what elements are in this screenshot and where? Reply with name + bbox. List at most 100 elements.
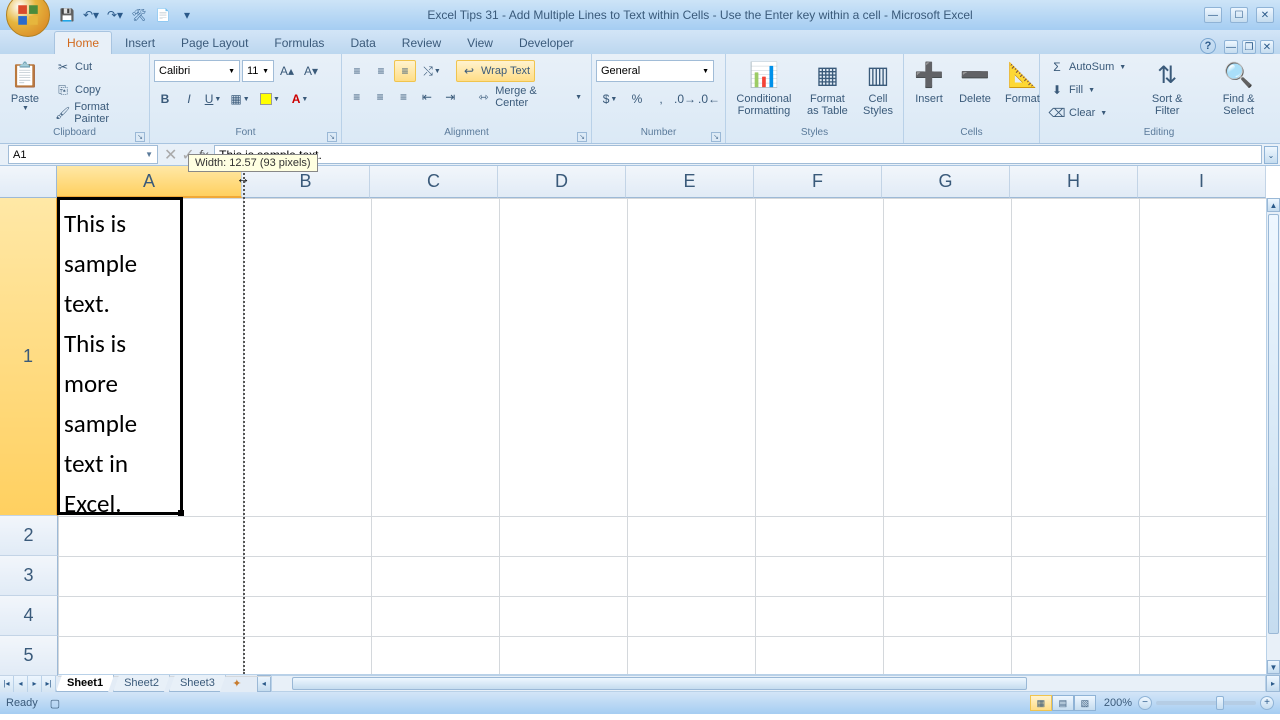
shrink-font-button[interactable]: A▾ bbox=[300, 60, 322, 82]
column-header-d[interactable]: D bbox=[498, 166, 626, 198]
format-painter-button[interactable]: 🖌Format Painter bbox=[50, 102, 145, 124]
sheet-tab-sheet1[interactable]: Sheet1 bbox=[56, 675, 114, 692]
qat-tool-icon[interactable]: 🛠 bbox=[130, 6, 148, 24]
scroll-right-button[interactable]: ▸ bbox=[1266, 675, 1280, 692]
sheet-tab-sheet3[interactable]: Sheet3 bbox=[169, 675, 226, 692]
clear-button[interactable]: ⌫Clear▼ bbox=[1044, 102, 1131, 124]
column-header-f[interactable]: F bbox=[754, 166, 882, 198]
alignment-dialog-launcher[interactable]: ↘ bbox=[577, 132, 587, 142]
row-header-4[interactable]: 4 bbox=[0, 596, 58, 636]
macro-record-icon[interactable]: ▢ bbox=[50, 697, 60, 710]
redo-icon[interactable]: ↷▾ bbox=[106, 6, 124, 24]
fill-button[interactable]: ⬇Fill▼ bbox=[1044, 79, 1131, 101]
name-box[interactable]: A1▼ bbox=[8, 145, 158, 164]
fill-handle[interactable] bbox=[178, 510, 184, 516]
align-right-button[interactable]: ≡ bbox=[393, 86, 414, 108]
decrease-indent-button[interactable]: ⇤ bbox=[416, 86, 437, 108]
align-center-button[interactable]: ≡ bbox=[369, 86, 390, 108]
print-preview-icon[interactable]: 📄 bbox=[154, 6, 172, 24]
tab-home[interactable]: Home bbox=[54, 31, 112, 54]
scroll-left-button[interactable]: ◂ bbox=[257, 675, 271, 692]
tab-view[interactable]: View bbox=[454, 31, 506, 54]
worksheet-grid[interactable]: ABCDEFGHI 12345 Width: 12.57 (93 pixels)… bbox=[0, 166, 1280, 674]
accounting-format-button[interactable]: $▼ bbox=[596, 88, 624, 110]
save-icon[interactable]: 💾 bbox=[58, 6, 76, 24]
number-format-combo[interactable]: General▼ bbox=[596, 60, 714, 82]
tab-insert[interactable]: Insert bbox=[112, 31, 168, 54]
workbook-minimize-button[interactable]: — bbox=[1224, 40, 1238, 54]
increase-indent-button[interactable]: ⇥ bbox=[440, 86, 461, 108]
prev-sheet-button[interactable]: ◂ bbox=[14, 675, 28, 692]
paste-button[interactable]: 📋 Paste ▼ bbox=[4, 56, 46, 115]
column-header-c[interactable]: C bbox=[370, 166, 498, 198]
font-name-combo[interactable]: Calibri▼ bbox=[154, 60, 240, 82]
undo-icon[interactable]: ↶▾ bbox=[82, 6, 100, 24]
format-cells-button[interactable]: 📐Format bbox=[1000, 56, 1045, 108]
help-icon[interactable]: ? bbox=[1200, 38, 1216, 54]
bold-button[interactable]: B bbox=[154, 88, 176, 110]
maximize-button[interactable]: ☐ bbox=[1230, 7, 1248, 23]
cut-button[interactable]: ✂Cut bbox=[50, 56, 145, 78]
column-header-e[interactable]: E bbox=[626, 166, 754, 198]
vertical-scrollbar[interactable]: ▲ ▼ bbox=[1266, 198, 1280, 674]
workbook-close-button[interactable]: ✕ bbox=[1260, 40, 1274, 54]
clipboard-dialog-launcher[interactable]: ↘ bbox=[135, 132, 145, 142]
zoom-slider[interactable] bbox=[1156, 701, 1256, 705]
tab-developer[interactable]: Developer bbox=[506, 31, 587, 54]
find-select-button[interactable]: 🔍Find & Select bbox=[1203, 56, 1274, 120]
row-header-3[interactable]: 3 bbox=[0, 556, 58, 596]
insert-cells-button[interactable]: ➕Insert bbox=[908, 56, 950, 108]
workbook-restore-button[interactable]: ❐ bbox=[1242, 40, 1256, 54]
page-layout-view-button[interactable]: ▤ bbox=[1052, 695, 1074, 711]
borders-button[interactable]: ▦▼ bbox=[226, 88, 254, 110]
row-header-2[interactable]: 2 bbox=[0, 516, 58, 556]
orientation-button[interactable]: ⤭▼ bbox=[418, 60, 446, 82]
font-dialog-launcher[interactable]: ↘ bbox=[327, 132, 337, 142]
qat-customize-icon[interactable]: ▾ bbox=[178, 6, 196, 24]
percent-button[interactable]: % bbox=[626, 88, 648, 110]
align-middle-button[interactable]: ≡ bbox=[370, 60, 392, 82]
column-header-g[interactable]: G bbox=[882, 166, 1010, 198]
cell-a1[interactable]: This is sample text. This is more sample… bbox=[57, 197, 183, 515]
formula-bar-expand-button[interactable]: ⌄ bbox=[1264, 146, 1278, 164]
row-header-5[interactable]: 5 bbox=[0, 636, 58, 676]
copy-button[interactable]: ⎘Copy bbox=[50, 79, 145, 101]
font-color-button[interactable]: A▼ bbox=[286, 88, 314, 110]
align-left-button[interactable]: ≡ bbox=[346, 86, 367, 108]
zoom-level[interactable]: 200% bbox=[1104, 697, 1132, 709]
align-bottom-button[interactable]: ≡ bbox=[394, 60, 416, 82]
scroll-up-button[interactable]: ▲ bbox=[1267, 198, 1280, 212]
autosum-button[interactable]: ΣAutoSum▼ bbox=[1044, 56, 1131, 78]
font-size-combo[interactable]: 11▼ bbox=[242, 60, 274, 82]
page-break-view-button[interactable]: ▧ bbox=[1074, 695, 1096, 711]
tab-formulas[interactable]: Formulas bbox=[261, 31, 337, 54]
select-all-corner[interactable] bbox=[0, 166, 57, 198]
column-header-i[interactable]: I bbox=[1138, 166, 1266, 198]
sort-filter-button[interactable]: ⇅Sort & Filter bbox=[1135, 56, 1199, 120]
zoom-in-button[interactable]: + bbox=[1260, 696, 1274, 710]
fill-color-button[interactable]: ▼ bbox=[256, 88, 284, 110]
sheet-tab-sheet2[interactable]: Sheet2 bbox=[113, 675, 170, 692]
grow-font-button[interactable]: A▴ bbox=[276, 60, 298, 82]
horizontal-scrollbar[interactable]: ◂ ▸ bbox=[257, 675, 1280, 692]
italic-button[interactable]: I bbox=[178, 88, 200, 110]
row-header-1[interactable]: 1 bbox=[0, 198, 58, 516]
merge-center-button[interactable]: ⇿Merge & Center▼ bbox=[471, 86, 587, 108]
comma-button[interactable]: , bbox=[650, 88, 672, 110]
last-sheet-button[interactable]: ▸| bbox=[42, 675, 56, 692]
first-sheet-button[interactable]: |◂ bbox=[0, 675, 14, 692]
format-as-table-button[interactable]: ▦Format as Table bbox=[802, 56, 853, 120]
tab-page-layout[interactable]: Page Layout bbox=[168, 31, 261, 54]
next-sheet-button[interactable]: ▸ bbox=[28, 675, 42, 692]
tab-data[interactable]: Data bbox=[337, 31, 388, 54]
delete-cells-button[interactable]: ➖Delete bbox=[954, 56, 996, 108]
wrap-text-button[interactable]: ↩Wrap Text bbox=[456, 60, 535, 82]
scroll-down-button[interactable]: ▼ bbox=[1267, 660, 1280, 674]
align-top-button[interactable]: ≡ bbox=[346, 60, 368, 82]
zoom-slider-thumb[interactable] bbox=[1216, 696, 1224, 710]
underline-button[interactable]: U▼ bbox=[202, 88, 224, 110]
vertical-scroll-thumb[interactable] bbox=[1268, 214, 1279, 634]
minimize-button[interactable]: — bbox=[1204, 7, 1222, 23]
horizontal-scroll-thumb[interactable] bbox=[292, 677, 1027, 690]
close-button[interactable]: ✕ bbox=[1256, 7, 1274, 23]
